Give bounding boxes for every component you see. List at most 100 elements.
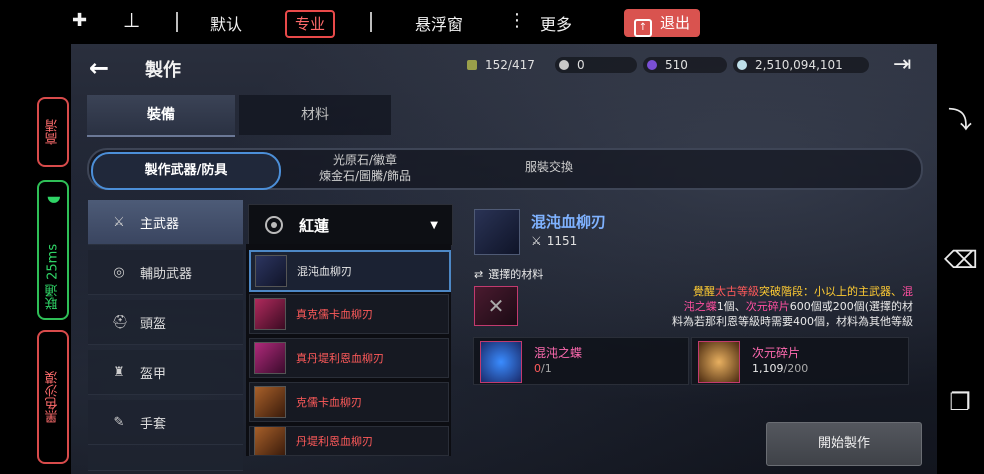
tab-equipment-label: 裝備 (147, 107, 175, 123)
weight-value: 152/417 (485, 58, 535, 72)
exit-icon: ↑ (634, 19, 652, 37)
blade-icon (254, 298, 286, 330)
material-count: 1,109/200 (752, 362, 808, 375)
tab-equipment[interactable]: 裝備 (87, 95, 235, 137)
back-arrow-icon[interactable]: ← (89, 54, 109, 82)
detail-item-name: 混沌血柳刃 (531, 213, 607, 231)
exit-label: 退出 (660, 14, 691, 32)
material-slot[interactable]: 混沌之蝶 0/1 (473, 337, 689, 385)
material-need: /1 (541, 362, 552, 375)
subtab-alchemy-label: 煉金石/圖騰/飾品 (318, 169, 412, 183)
item-name: 克儒卡血柳刃 (296, 396, 362, 409)
category-helmet[interactable]: ⛑ 頭盔 (88, 300, 243, 345)
exit-door-icon[interactable]: ⇥ (893, 52, 911, 77)
item-name: 真丹堤利恩血柳刃 (296, 352, 384, 365)
silver-value: 0 (577, 58, 585, 72)
wifi-icon: ◖ (43, 190, 63, 209)
swap-icon: ⇄ (474, 268, 484, 281)
crossed-swords-icon: ⚔ (113, 214, 125, 230)
subtab-bar: 製作武器/防具 光原石/徽章 煉金石/圖騰/飾品 服裝交換 (87, 148, 923, 190)
shard-icon (698, 341, 740, 383)
category-sub-weapon[interactable]: ◎ 輔助武器 (88, 250, 243, 295)
desc-text: 次元碎片 (745, 300, 790, 313)
selected-materials-heading: ⇄ 選擇的材料 (474, 266, 543, 282)
radio-icon (265, 216, 283, 234)
enter-arrow-icon[interactable]: ⤵ (944, 104, 976, 136)
divider (370, 12, 372, 32)
copy-icon[interactable]: ❐ (944, 386, 976, 418)
coin-value: 2,510,094,101 (755, 58, 843, 72)
backspace-icon[interactable]: ⌫ (944, 244, 978, 276)
item-list: 混沌血柳刃 真克儒卡血柳刃 真丹堤利恩血柳刃 克儒卡血柳刃 丹堤利恩血柳刃 (246, 244, 451, 456)
category-armor[interactable]: ♜ 盔甲 (88, 350, 243, 395)
default-mode-button[interactable]: 默认 (210, 11, 242, 35)
game-viewport: ← 製作 152/417 0 510 2,510,094,101 ⇥ 裝備 材料… (71, 44, 937, 474)
item-name: 丹堤利恩血柳刃 (296, 435, 373, 448)
subtab-weapon-armor[interactable]: 製作武器/防具 (91, 152, 281, 190)
network-status-button[interactable]: 联通 25ms ◖ (37, 180, 69, 320)
weight-resource: 152/417 (467, 57, 535, 73)
selected-material-slot[interactable]: ✕ (474, 286, 518, 326)
subtab-costume-label: 服裝交換 (524, 160, 573, 174)
category-gloves[interactable]: ✎ 手套 (88, 400, 243, 445)
material-name: 次元碎片 (752, 346, 801, 360)
list-item[interactable]: 真克儒卡血柳刃 (249, 294, 449, 334)
more-dots-icon[interactable]: ⋮ (508, 10, 526, 31)
game-name-button[interactable]: 黑色沙漠 (37, 330, 69, 464)
subtab-gem-crest[interactable]: 光原石/徽章 煉金石/圖騰/飾品 (285, 152, 445, 184)
pro-mode-button[interactable]: 专业 (285, 10, 336, 38)
selected-materials-label: 選擇的材料 (488, 268, 544, 281)
list-item[interactable]: 真丹堤利恩血柳刃 (249, 338, 449, 378)
category-label: 主武器 (140, 216, 180, 232)
joystick-alt-icon[interactable]: ⊥ (123, 8, 140, 32)
category-label: 盔甲 (140, 366, 167, 382)
butterfly-icon (480, 341, 522, 383)
pearl-icon (647, 60, 657, 70)
armor-icon: ♜ (113, 364, 125, 380)
silver-resource: 0 (559, 57, 585, 73)
item-name: 真克儒卡血柳刃 (296, 308, 373, 321)
hd-quality-button[interactable]: 高清 (37, 97, 69, 167)
material-have: 1,109 (752, 362, 784, 375)
list-item[interactable]: 克儒卡血柳刃 (249, 382, 449, 422)
list-item[interactable]: 混沌血柳刃 (249, 250, 451, 292)
bag-icon (467, 60, 477, 70)
category-label: 輔助武器 (140, 266, 193, 282)
material-count: 0/1 (534, 362, 552, 375)
start-crafting-button[interactable]: 開始製作 (766, 422, 922, 466)
subtab-costume[interactable]: 服裝交換 (489, 150, 609, 184)
pearl-resource: 510 (647, 57, 688, 73)
divider (176, 12, 178, 32)
category-label: 頭盔 (140, 316, 167, 332)
exit-button[interactable]: ↑ 退出 (624, 9, 701, 37)
glove-icon: ✎ (113, 414, 125, 430)
material-name: 混沌之蝶 (534, 346, 583, 360)
subtab-weapon-armor-label: 製作武器/防具 (144, 163, 228, 178)
coin-icon (737, 60, 747, 70)
category-main-weapon[interactable]: ⚔ 主武器 (88, 200, 243, 245)
material-slot[interactable]: 次元碎片 1,109/200 (691, 337, 909, 385)
hd-quality-label: 高清 (45, 119, 61, 145)
desc-text: 突破階段 (759, 285, 803, 298)
blade-icon (254, 342, 286, 374)
tab-materials[interactable]: 材料 (239, 95, 391, 135)
detail-stat: ⚔ 1151 (531, 234, 577, 248)
tab-materials-label: 材料 (301, 107, 329, 123)
grade-dropdown[interactable]: 紅蓮 ▼ (248, 204, 453, 246)
crossed-swords-icon: ⚔ (531, 234, 542, 248)
chevron-down-icon: ▼ (430, 219, 438, 231)
stat-value: 1151 (546, 234, 578, 248)
material-description: 覺醒太古等級突破階段：小以上的主武器、混 沌之蝶1個、次元碎片600個或200個… (533, 284, 913, 328)
blade-icon (255, 255, 287, 287)
category-more[interactable] (88, 450, 243, 471)
more-button[interactable]: 更多 (540, 11, 572, 35)
desc-text: 沌之蝶 (683, 300, 717, 313)
joystick-icon[interactable]: ✚ (72, 10, 87, 31)
keyboard-button[interactable]: 悬浮窗 (415, 11, 463, 35)
material-need: /200 (783, 362, 809, 375)
stream-toolbar: ✚ ⊥ 默认 专业 悬浮窗 ⋮ 更多 ↑ 退出 (0, 0, 984, 44)
blade-icon (254, 427, 286, 455)
blade-icon (254, 386, 286, 418)
list-item[interactable]: 丹堤利恩血柳刃 (249, 426, 449, 456)
desc-text: 覺醒 (693, 285, 715, 298)
